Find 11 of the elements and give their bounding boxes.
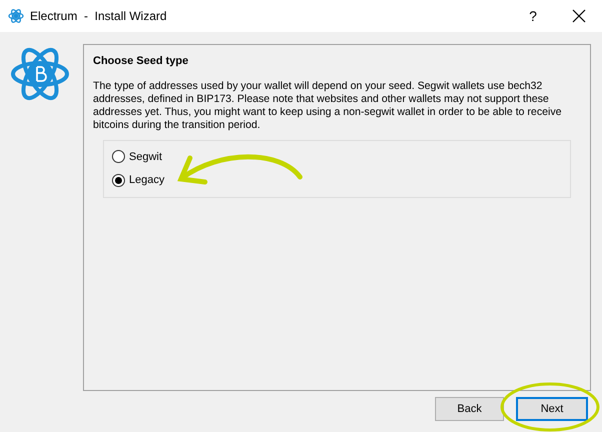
window-title: Electrum - Install Wizard [30, 8, 167, 25]
radio-label[interactable]: Segwit [129, 148, 162, 165]
radio-button[interactable] [112, 174, 125, 187]
page-heading: Choose Seed type [93, 54, 190, 69]
radio-label[interactable]: Legacy [129, 172, 164, 188]
description-text: The type of addresses used by your wallet will depend on your seed. Segwit wallets use bech32 addresses, defined in BIP173. Please note that websites and other wallets may not support these addresses yet. Thus, you might want to keep using a non-segwit wallet in order to be able to receive bitcoins during the transition period. [93, 80, 563, 132]
app-logo-icon [8, 8, 24, 24]
radio-button[interactable] [112, 150, 125, 164]
next-button[interactable]: Next [516, 397, 588, 421]
back-button[interactable]: Back [435, 397, 504, 421]
help-button[interactable]: ? [510, 6, 556, 26]
